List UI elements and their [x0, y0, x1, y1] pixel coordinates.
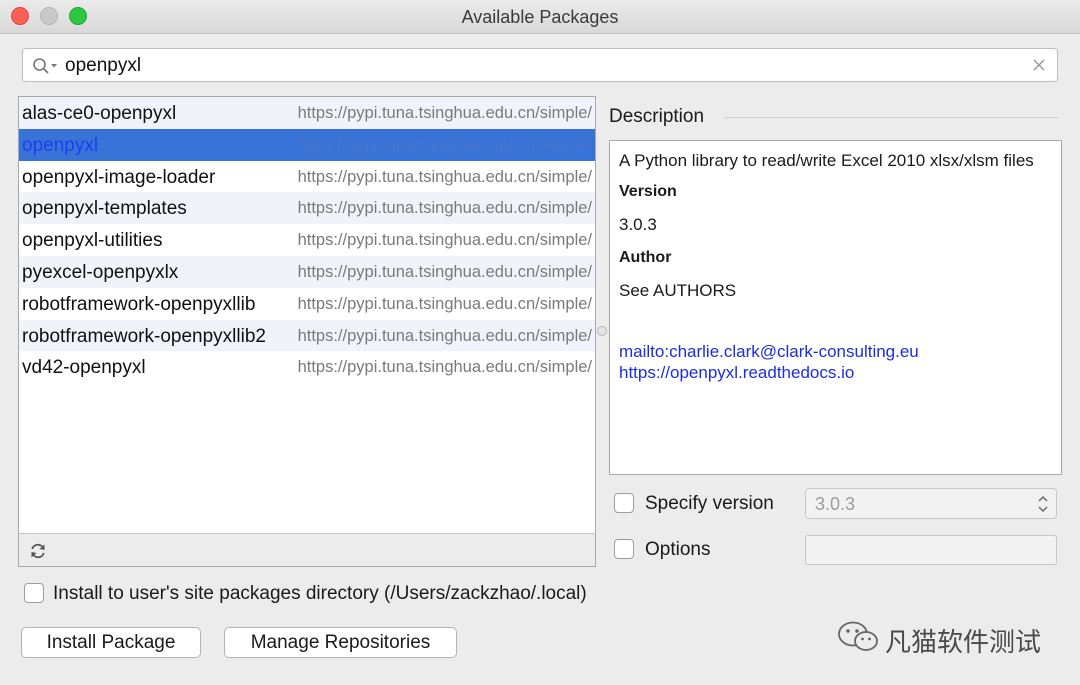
options-input[interactable] [805, 535, 1057, 565]
package-repository: https://pypi.tuna.tsinghua.edu.cn/simple… [297, 358, 592, 377]
package-repository: https://pypi.tuna.tsinghua.edu.cn/simple… [297, 231, 592, 250]
email-link[interactable]: mailto:charlie.clark@clark-consulting.eu [619, 341, 1052, 362]
package-name: vd42-openpyxl [22, 357, 146, 379]
package-name: alas-ce0-openpyxl [22, 103, 177, 124]
links-section: mailto:charlie.clark@clark-consulting.eu… [619, 341, 1052, 383]
wechat-logo-icon [836, 619, 882, 660]
package-row[interactable]: alas-ce0-openpyxl https://pypi.tuna.tsin… [19, 97, 595, 129]
package-row[interactable]: robotframework-openpyxllib2 https://pypi… [19, 319, 595, 352]
package-name: openpyxl-image-loader [22, 166, 216, 188]
clear-search-icon[interactable] [1032, 58, 1046, 77]
specify-version-label: Specify version [645, 493, 774, 514]
version-select-value: 3.0.3 [815, 494, 856, 514]
description-heading: Description [609, 106, 705, 127]
package-name: robotframework-openpyxllib [22, 293, 256, 315]
package-row[interactable]: vd42-openpyxl https://pypi.tuna.tsinghua… [19, 351, 595, 383]
specify-version-checkbox[interactable] [614, 493, 634, 513]
package-repository: https://pypi.tuna.tsinghua.edu.cn/simple… [297, 167, 592, 186]
search-box[interactable] [22, 48, 1058, 82]
refresh-icon[interactable] [29, 542, 47, 565]
package-repository: https://pypi.tuna.tsinghua.edu.cn/simple… [295, 104, 592, 123]
package-list-toolbar [18, 533, 596, 567]
package-row[interactable]: openpyxl-templates https://pypi.tuna.tsi… [19, 192, 595, 225]
package-name: openpyxl-utilities [22, 230, 163, 252]
package-row[interactable]: robotframework-openpyxllib https://pypi.… [19, 288, 595, 320]
package-name: pyexcel-openpyxlx [22, 261, 179, 283]
install-package-button[interactable]: Install Package [21, 627, 201, 658]
docs-link[interactable]: https://openpyxl.readthedocs.io [619, 362, 1052, 383]
user-site-checkbox[interactable] [24, 583, 44, 603]
splitter-handle[interactable] [597, 326, 607, 336]
package-repository: https://pypi.tuna.tsinghua.edu.cn/simple… [295, 262, 592, 282]
package-name: openpyxl-templates [22, 198, 187, 220]
version-value: 3.0.3 [619, 215, 657, 234]
package-name: openpyxl [22, 134, 99, 156]
package-summary: A Python library to read/write Excel 201… [619, 151, 1034, 170]
package-row[interactable]: openpyxl-image-loader https://pypi.tuna.… [19, 161, 595, 193]
package-repository: https://pypi.tuna.tsinghua.edu.cn/simple… [295, 135, 592, 155]
up-down-arrows-icon[interactable] [1036, 492, 1050, 521]
window-title: Available Packages [461, 7, 619, 27]
package-repository: https://pypi.tuna.tsinghua.edu.cn/simple… [297, 294, 592, 313]
version-select[interactable]: 3.0.3 [805, 488, 1057, 519]
version-heading: Version [619, 183, 677, 200]
search-icon[interactable] [32, 57, 60, 80]
author-heading: Author [619, 249, 672, 266]
title-bar: Available Packages [0, 0, 1080, 34]
manage-repositories-button[interactable]: Manage Repositories [224, 627, 457, 658]
description-panel: A Python library to read/write Excel 201… [609, 140, 1062, 475]
package-list[interactable]: alas-ce0-openpyxl https://pypi.tuna.tsin… [18, 96, 596, 534]
package-name: robotframework-openpyxllib2 [22, 325, 266, 347]
search-input[interactable] [65, 55, 1025, 77]
package-repository: https://pypi.tuna.tsinghua.edu.cn/simple… [295, 199, 592, 219]
package-row-selected[interactable]: openpyxl https://pypi.tuna.tsinghua.edu.… [19, 128, 595, 161]
author-value: See AUTHORS [619, 281, 737, 300]
package-row[interactable]: openpyxl-utilities https://pypi.tuna.tsi… [19, 224, 595, 256]
package-row[interactable]: pyexcel-openpyxlx https://pypi.tuna.tsin… [19, 255, 595, 288]
user-site-label: Install to user's site packages director… [53, 583, 587, 604]
options-label: Options [645, 539, 711, 560]
watermark-text: 凡猫软件测试 [885, 628, 1042, 658]
description-divider [724, 117, 1058, 118]
options-checkbox[interactable] [614, 539, 634, 559]
package-repository: https://pypi.tuna.tsinghua.edu.cn/simple… [295, 326, 592, 346]
